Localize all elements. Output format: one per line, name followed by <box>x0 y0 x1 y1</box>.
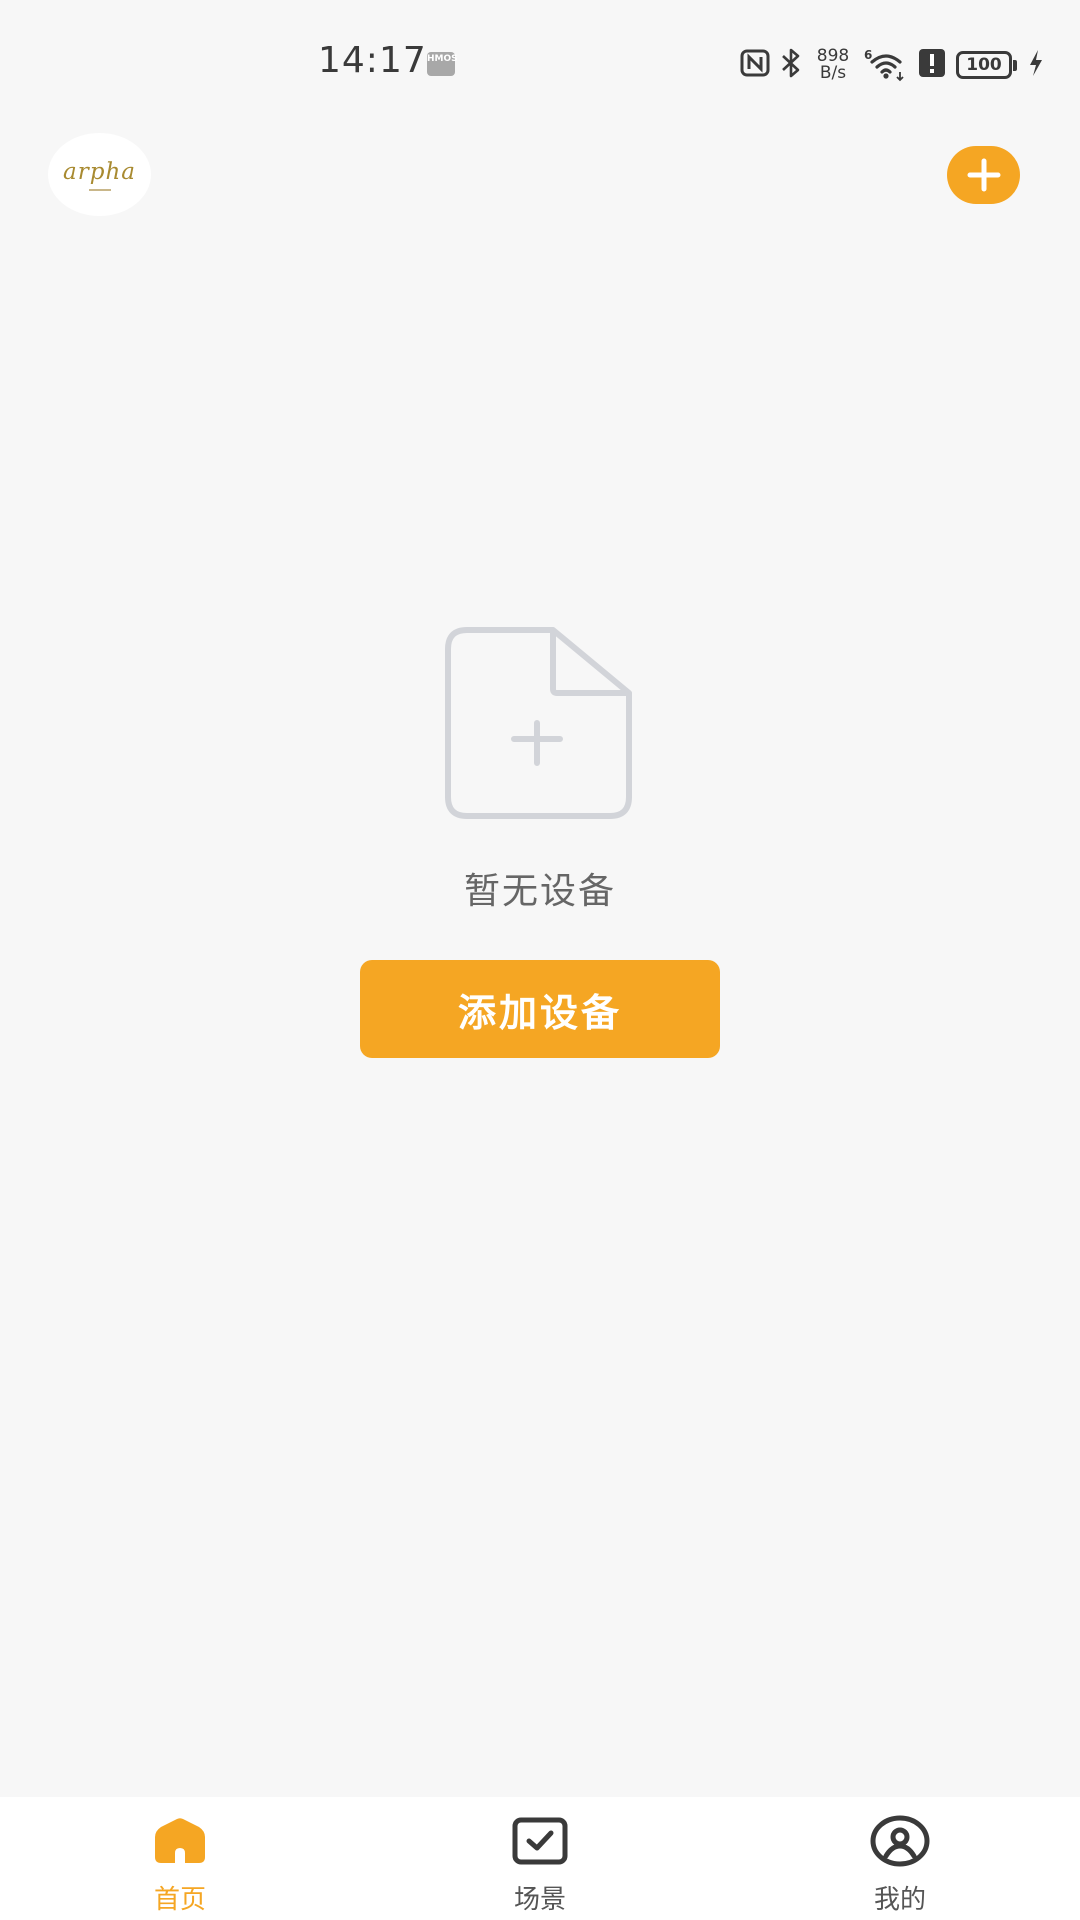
bottom-tab-bar: 首页 场景 我的 <box>0 1797 1080 1920</box>
net-speed-unit: B/s <box>819 63 847 83</box>
tab-scene[interactable]: 场景 <box>360 1797 720 1920</box>
tab-scene-label: 场景 <box>513 1885 566 1915</box>
home-icon <box>151 1815 209 1867</box>
tab-mine[interactable]: 我的 <box>720 1797 1080 1920</box>
brand-logo-text: arpha <box>63 158 136 185</box>
plus-icon <box>967 158 1000 192</box>
hmos-badge: HMOS <box>427 52 458 76</box>
empty-state-message: 暂无设备 <box>463 871 616 912</box>
tab-mine-label: 我的 <box>873 1885 926 1915</box>
nfc-icon <box>740 48 770 82</box>
status-icons: 898 B/s 6 100 <box>740 40 1044 90</box>
brand-logo: arpha <box>48 133 151 216</box>
add-device-button[interactable]: 添加设备 <box>360 960 720 1058</box>
tab-home-label: 首页 <box>153 1885 206 1915</box>
brand-logo-underline <box>88 188 111 191</box>
add-device-top-button[interactable] <box>947 146 1020 204</box>
status-time: 14:17 <box>318 40 427 81</box>
bluetooth-icon <box>780 47 802 83</box>
status-bar: 14:17 HMOS 898 B/s 6 100 <box>0 0 1080 120</box>
tab-home[interactable]: 首页 <box>0 1797 360 1920</box>
profile-icon <box>870 1815 930 1867</box>
add-file-icon <box>443 627 633 823</box>
wifi-icon: 6 <box>864 48 908 82</box>
net-speed: 898 B/s <box>812 48 854 82</box>
scene-check-icon <box>512 1815 568 1867</box>
alert-icon <box>918 48 946 82</box>
battery-icon: 100 <box>956 51 1017 79</box>
charging-icon <box>1028 49 1044 81</box>
